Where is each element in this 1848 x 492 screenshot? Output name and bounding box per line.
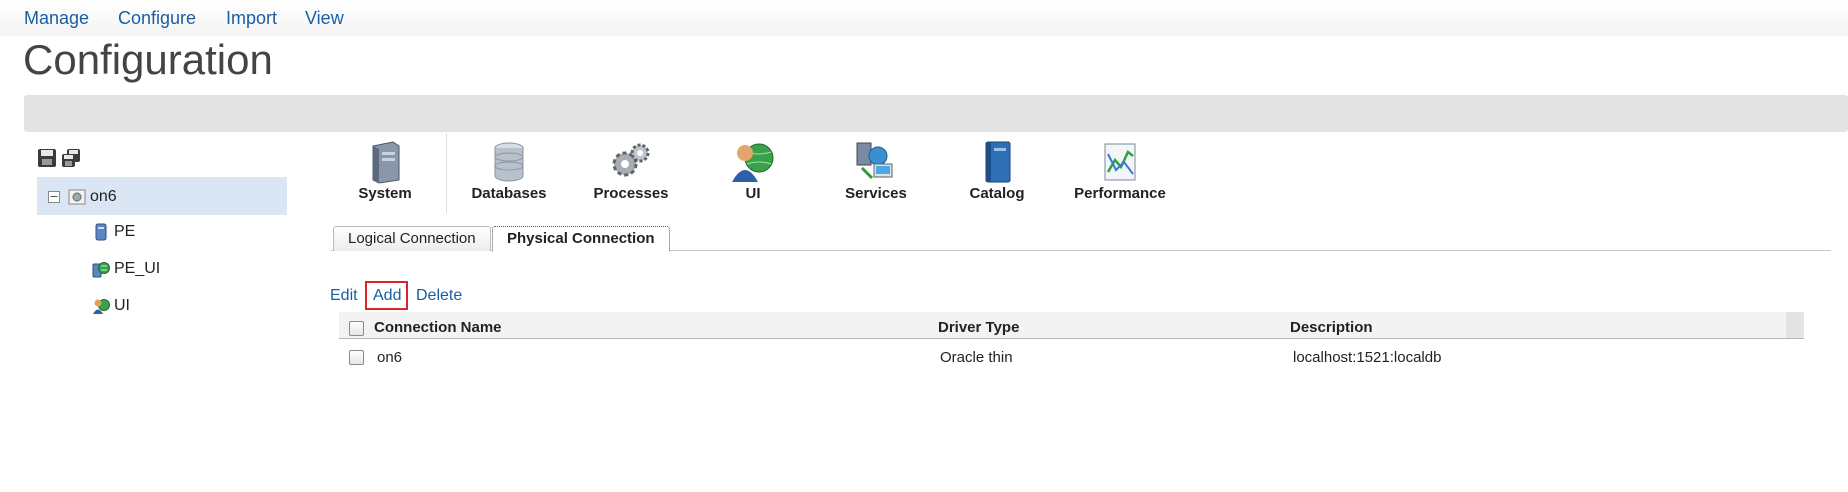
add-link[interactable]: Add [373,287,401,305]
collapse-icon[interactable]: − [48,191,60,203]
database-icon [494,142,524,182]
category-label: Processes [593,185,669,202]
tab-logical-connection[interactable]: Logical Connection [333,226,491,251]
menu-manage[interactable]: Manage [24,8,89,29]
edit-link[interactable]: Edit [330,287,358,305]
category-performance[interactable]: Performance [1065,135,1175,210]
column-header-description[interactable]: Description [1290,319,1373,336]
top-menu-bar: Manage Configure Import View [0,0,1848,36]
menu-configure[interactable]: Configure [118,8,196,29]
delete-link[interactable]: Delete [416,287,462,305]
category-catalog[interactable]: Catalog [942,135,1052,210]
category-label: Databases [471,185,547,202]
network-services-icon [856,142,893,180]
server-node-icon [68,188,86,206]
user-globe-icon [732,143,774,182]
category-separator [446,133,447,213]
cell-driver-type: Oracle thin [940,349,1013,366]
save-all-icon[interactable] [61,148,81,168]
category-databases[interactable]: Databases [454,135,564,210]
globe-server-icon [92,260,110,278]
category-label: Services [845,185,907,202]
table-header [339,312,1804,339]
category-label: UI [745,185,761,202]
category-services[interactable]: Services [821,135,931,210]
book-icon [985,141,1011,183]
menu-view[interactable]: View [305,8,344,29]
page-title: Configuration [23,36,273,83]
chart-icon [1104,143,1136,181]
gears-icon [612,143,650,177]
cell-description: localhost:1521:localdb [1293,349,1442,366]
tree-item-label: PE [114,223,136,240]
header-scroll-spacer [1786,312,1804,338]
row-checkbox[interactable] [349,350,364,365]
tree-item-ui[interactable]: UI [92,297,130,315]
user-globe-icon [92,297,110,315]
tree-root-label: on6 [90,188,117,205]
tree-item-pe-ui[interactable]: PE_UI [92,260,160,278]
tree-item-label: PE_UI [114,260,161,277]
menu-import[interactable]: Import [226,8,277,29]
tab-physical-connection[interactable]: Physical Connection [492,226,670,252]
column-header-connection-name[interactable]: Connection Name [374,319,502,336]
category-label: Performance [1074,185,1166,202]
category-label: System [358,185,412,202]
server-tower-icon [372,141,400,184]
save-icon[interactable] [37,148,57,168]
tree-item-label: UI [114,297,130,314]
category-ui[interactable]: UI [698,135,808,210]
category-processes[interactable]: Processes [576,135,686,210]
category-system[interactable]: System [330,135,440,210]
tree-item-pe[interactable]: PE [92,223,135,241]
category-label: Catalog [969,185,1025,202]
database-server-icon [92,223,110,241]
column-header-driver-type[interactable]: Driver Type [938,319,1019,336]
cell-connection-name: on6 [377,349,403,366]
toolbar-strip [24,95,1848,132]
select-all-checkbox[interactable] [349,321,364,336]
tree-root-row[interactable]: − on6 [48,188,117,206]
